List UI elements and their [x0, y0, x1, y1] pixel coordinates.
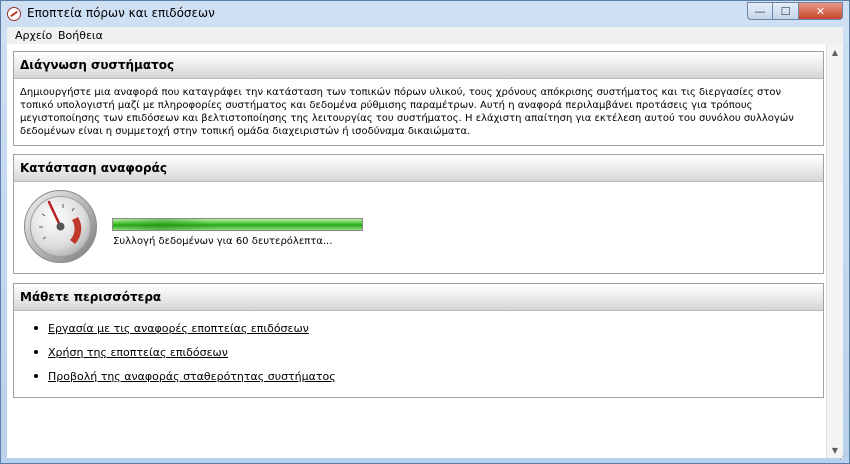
window-controls: — ☐ ✕	[747, 2, 843, 20]
bullet-icon	[34, 374, 38, 378]
title-bar[interactable]: Εποπτεία πόρων και επιδόσεων — ☐ ✕	[1, 1, 849, 27]
report-status-header[interactable]: Κατάσταση αναφοράς	[14, 155, 823, 182]
close-button[interactable]: ✕	[799, 2, 843, 20]
link-reliability-report[interactable]: Προβολή της αναφοράς σταθερότητας συστήμ…	[48, 370, 336, 383]
gauge-icon	[24, 190, 97, 263]
report-content: Διάγνωση συστήματος Δημιουργήστε μια ανα…	[7, 44, 843, 458]
scroll-up-icon[interactable]: ▲	[827, 44, 843, 60]
link-working-with-reports[interactable]: Εργασία με τις αναφορές εποπτείας επιδόσ…	[48, 322, 309, 335]
window-title: Εποπτεία πόρων και επιδόσεων	[27, 6, 215, 20]
minimize-button[interactable]: —	[747, 2, 773, 20]
menu-help[interactable]: Βοήθεια	[58, 29, 103, 42]
bullet-icon	[34, 350, 38, 354]
bullet-icon	[34, 326, 38, 330]
menu-bar: Αρχείο Βοήθεια	[7, 27, 843, 45]
vertical-scrollbar[interactable]: ▲ ▼	[826, 44, 843, 458]
app-window: Εποπτεία πόρων και επιδόσεων — ☐ ✕ Αρχεί…	[0, 0, 850, 464]
progress-fill	[113, 219, 238, 230]
diagnosis-header[interactable]: Διάγνωση συστήματος	[14, 52, 823, 79]
learn-more-section: Μάθετε περισσότερα Εργασία με τις αναφορ…	[13, 283, 824, 398]
status-text: Συλλογή δεδομένων για 60 δευτερόλεπτα...	[113, 236, 333, 247]
diagnosis-description: Δημιουργήστε μια αναφορά που καταγράφει …	[20, 87, 794, 137]
learn-more-header[interactable]: Μάθετε περισσότερα	[14, 284, 823, 311]
report-status-section: Κατάσταση αναφοράς Συλλογή δεδομένων για…	[13, 154, 824, 274]
maximize-button[interactable]: ☐	[773, 2, 799, 20]
report-progress-bar	[112, 218, 363, 231]
link-using-performance-monitor[interactable]: Χρήση της εποπτείας επιδόσεων	[48, 346, 228, 359]
performance-monitor-icon	[7, 7, 21, 21]
resize-grip-icon[interactable]: ⋰	[839, 452, 847, 461]
diagnosis-section: Διάγνωση συστήματος Δημιουργήστε μια ανα…	[13, 51, 824, 146]
menu-file[interactable]: Αρχείο	[15, 29, 52, 42]
